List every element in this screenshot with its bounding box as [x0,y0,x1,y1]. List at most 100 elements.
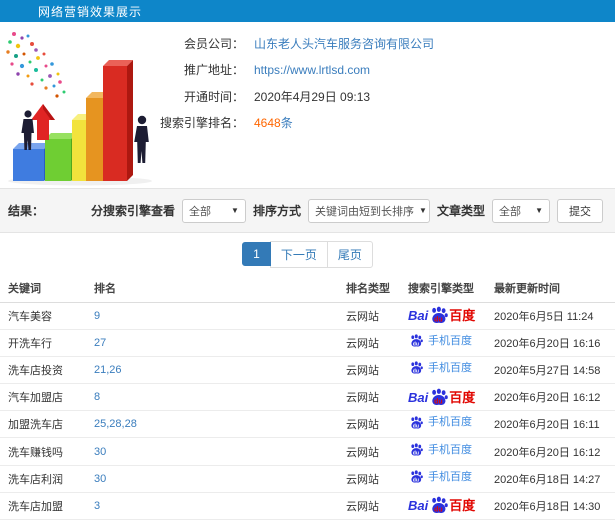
table-row: 洗车赚钱吗 30 云网站 du 手机百度 2020年6月20日 16:12 [0,437,615,466]
promo-url-row: 推广地址： https://www.lrtlsd.com [158,57,615,84]
table-row: 洗车店加盟 3 云网站 Bai du 百度 2020年6月18日 14:30 [0,492,615,520]
rank-link[interactable]: 30 [94,473,106,485]
chevron-down-icon: ▼ [418,206,427,215]
baidu-mobile-logo: du 手机百度 [408,443,472,457]
baidu-mobile-logo: du 手机百度 [408,416,472,430]
summary-section: 会员公司： 山东老人头汽车服务咨询有限公司 推广地址： https://www.… [0,22,615,188]
rank-cell: 30 [90,437,342,466]
svg-text:du: du [434,507,442,514]
baidu-pc-logo: Bai du 百度 [408,496,476,514]
page-1-button[interactable]: 1 [242,242,271,266]
col-rank: 排名 [90,275,342,303]
baidu-paw-icon: du [429,388,449,407]
baidu-paw-icon: du [409,470,423,484]
updated-cell: 2020年6月20日 16:12 [490,437,615,466]
table-row: 汽车加盟店 8 云网站 Bai du 百度 2020年6月20日 16:12 [0,383,615,412]
baidu-paw-icon: du [429,306,449,325]
app-header: 网络营销效果展示 [0,0,615,22]
sort-select-value: 关键词由短到长排序 [314,205,414,218]
rank-link[interactable]: 3 [94,500,100,512]
updated-cell: 2020年6月5日 11:24 [490,302,615,330]
updated-cell: 2020年6月18日 14:30 [490,492,615,520]
confetti-dots [6,32,66,98]
keyword-cell: 加盟洗车店 [0,410,90,439]
bar-chart-3d-illustration [6,32,152,186]
updated-cell: 2020年6月18日 14:27 [490,465,615,493]
chevron-down-icon: ▼ [231,206,239,215]
baidu-paw-icon: du [409,443,423,457]
rank-type-cell: 云网站 [342,492,404,520]
rank-type-cell: 云网站 [342,465,404,493]
last-page-button[interactable]: 尾页 [326,240,373,268]
rank-link[interactable]: 8 [94,391,100,403]
baidu-mobile-logo: du 手机百度 [408,334,472,348]
keyword-cell: 汽车美容 [0,302,90,330]
rank-link[interactable]: 21,26 [94,364,122,376]
page-title: 网络营销效果展示 [38,4,143,19]
bar-red [103,60,133,181]
engine-cell: Bai du 百度 [404,492,490,520]
account-info-panel: 会员公司： 山东老人头汽车服务咨询有限公司 推广地址： https://www.… [158,22,615,136]
rank-type-cell: 云网站 [342,437,404,466]
svg-text:du: du [413,423,419,429]
baidu-paw-icon: du [409,416,423,430]
engine-cell: du 手机百度 [404,410,490,439]
engine-filter-label: 分搜索引擎查看 [90,204,175,218]
keyword-cell: 洗车赚钱吗 [0,437,90,466]
engine-select[interactable]: 全部 ▼ [181,198,246,223]
rank-count: 4648 [254,116,281,131]
submit-button[interactable]: 提交 [557,198,603,223]
rank-link[interactable]: 30 [94,446,106,458]
company-row: 会员公司： 山东老人头汽车服务咨询有限公司 [158,30,615,57]
sort-select[interactable]: 关键词由短到长排序 ▼ [307,198,430,223]
table-header-row: 关键词 排名 排名类型 搜索引擎类型 最新更新时间 [0,275,615,303]
rank-type-cell: 云网站 [342,356,404,385]
svg-text:du: du [413,342,419,348]
rank-cell: 9 [90,302,342,330]
table-row: 加盟洗车店 25,28,28 云网站 du 手机百度 2020年6月20日 16:11 [0,410,615,439]
svg-text:du: du [413,450,419,456]
svg-text:du: du [413,478,419,484]
col-keyword: 关键词 [0,275,90,303]
baidu-paw-icon: du [409,361,423,375]
keyword-cell: 洗车店加盟 [0,492,90,520]
marketing-chart-illustration [2,24,178,186]
rank-cell: 25,28,28 [90,410,342,439]
svg-text:du: du [434,398,442,405]
rank-cell: 30 [90,465,342,493]
updated-cell: 2020年6月20日 16:16 [490,329,615,357]
table-row: 开洗车行 27 云网站 du 手机百度 2020年6月20日 16:16 [0,329,615,357]
filter-bar: 结果： 分搜索引擎查看 全部 ▼ 排序方式 关键词由短到长排序 ▼ 文章类型 全… [0,188,615,233]
engine-cell: Bai du 百度 [404,383,490,412]
article-type-label: 文章类型 [436,204,485,218]
chevron-down-icon: ▼ [535,206,543,215]
engine-cell: Bai du 百度 [404,302,490,330]
engine-select-value: 全部 [188,205,211,218]
article-type-select[interactable]: 全部 ▼ [492,198,550,223]
rank-type-cell: 云网站 [342,410,404,439]
rank-cell: 8 [90,383,342,412]
keyword-cell: 洗车店投资 [0,356,90,385]
rank-type-cell: 云网站 [342,329,404,357]
keyword-cell: 洗车店利润 [0,465,90,493]
col-updated: 最新更新时间 [490,275,615,303]
open-time-row: 开通时间： 2020年4月29日 09:13 [158,83,615,110]
updated-cell: 2020年5月27日 14:58 [490,356,615,385]
rank-cell: 21,26 [90,356,342,385]
businessman-figure-right [134,115,149,163]
next-page-button[interactable]: 下一页 [269,240,328,268]
col-rank-type: 排名类型 [342,275,404,303]
rank-link[interactable]: 9 [94,310,100,322]
baidu-mobile-logo: du 手机百度 [408,361,472,375]
promo-url-link[interactable]: https://www.lrtlsd.com [254,63,370,77]
table-row: 洗车店利润 30 云网站 du 手机百度 2020年6月18日 14:27 [0,465,615,493]
keyword-cell: 汽车加盟店 [0,383,90,412]
pagination: 1 下一页 尾页 [0,233,615,275]
company-link[interactable]: 山东老人头汽车服务咨询有限公司 [254,35,434,52]
baidu-mobile-logo: du 手机百度 [408,470,472,484]
rank-link[interactable]: 25,28,28 [94,418,137,430]
rank-link[interactable]: 27 [94,337,106,349]
table-row: 汽车美容 9 云网站 Bai du 百度 2020年6月5日 11:24 [0,302,615,330]
keyword-cell: 开洗车行 [0,329,90,357]
svg-text:du: du [434,316,442,323]
